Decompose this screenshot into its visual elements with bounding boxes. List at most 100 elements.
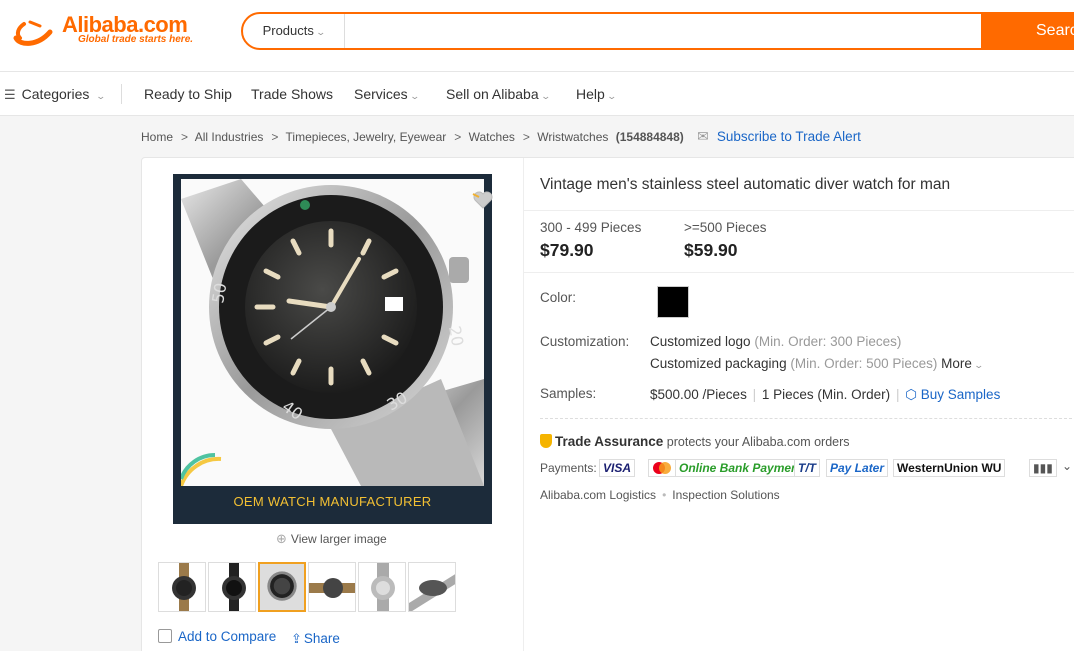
customization-logo-name: Customized logo [650,334,751,349]
nav-sell-on-alibaba[interactable]: Sell on Alibaba⌄ [446,72,551,116]
breadcrumb-timepieces[interactable]: Timepieces, Jewelry, Eyewear [286,130,447,144]
breadcrumb-separator: > [271,130,279,144]
more-link[interactable]: More⌄ [941,356,984,371]
product-card: 50 20 40 30 OEM WATCH MANUFACTURER ⊕ Vie… [141,157,1074,651]
customization-packaging-name: Customized packaging [650,356,787,371]
nav-divider [121,84,122,104]
divider [524,272,1074,273]
product-title: Vintage men's stainless steel automatic … [540,176,951,193]
logo-tagline: Global trade starts here. [78,34,194,45]
main-product-image[interactable]: 50 20 40 30 OEM WATCH MANUFACTURER [173,174,495,524]
thumbnail-6[interactable] [408,562,456,612]
boleto-icon: ▮▮▮ [1029,459,1057,477]
color-swatch-black[interactable] [657,286,689,318]
nav-ready-to-ship[interactable]: Ready to Ship [144,72,232,116]
trade-assurance-text: protects your Alibaba.com orders [666,435,850,449]
thumbnail-3[interactable] [258,562,306,612]
chevron-down-icon: ⌄ [973,360,984,370]
thumbnail-1[interactable] [158,562,206,612]
breadcrumb-wristwatches[interactable]: Wristwatches [537,130,608,144]
alibaba-logo[interactable]: Alibaba.com Global trade starts here. [10,12,210,52]
price-tier-quantity: 300 - 499 Pieces [540,220,642,235]
color-label: Color: [540,290,577,305]
mastercard-icon [648,459,676,477]
samples-label: Samples: [540,386,597,401]
chevron-down-icon: ⌄ [315,27,326,37]
view-larger-image-link[interactable]: ⊕ View larger image [276,531,387,547]
add-to-compare[interactable]: Add to Compare [158,629,276,644]
breadcrumb-home[interactable]: Home [141,130,173,144]
trade-assurance-shield-icon [540,434,552,448]
separator: | [752,387,757,402]
header: Alibaba.com Global trade starts here. Pr… [0,0,1074,72]
inspection-link[interactable]: Inspection Solutions [672,488,779,502]
buy-samples-label: Buy Samples [920,387,1001,402]
price-tier-price: $59.90 [684,240,738,260]
thumbnail-5[interactable] [358,562,406,612]
payment-online-bank: Online Bank Payment [675,459,807,477]
thumbnail-2[interactable] [208,562,256,612]
nav-categories[interactable]: ☰ Categories ⌄ [4,72,107,116]
top-nav: ☰ Categories ⌄ Ready to Ship Trade Shows S… [0,72,1074,116]
share-button[interactable]: ⇪ Share [291,631,340,647]
search-bar: Products⌄ [241,12,1074,50]
watch-image: 50 20 40 30 [181,179,484,486]
breadcrumb-count: (154884848) [615,130,684,144]
nav-sell-label: Sell on Alibaba [446,86,539,102]
divider [524,210,1074,211]
subscribe-trade-alert-link[interactable]: Subscribe to Trade Alert [717,129,861,144]
price-tier-1: 300 - 499 Pieces $79.90 [540,220,641,261]
payment-western-union: WesternUnion WU [893,459,1006,477]
dashed-divider [540,418,1072,419]
customization-logo: Customized logo (Min. Order: 300 Pieces) [650,334,901,349]
breadcrumb: Home > All Industries > Timepieces, Jewelr… [141,126,865,146]
search-category-dropdown[interactable]: Products⌄ [243,14,345,48]
favorite-heart-icon[interactable] [471,188,495,212]
svg-text:20: 20 [445,324,467,347]
nav-trade-shows[interactable]: Trade Shows [251,72,333,116]
separator: | [895,387,900,402]
price-tier-price: $79.90 [540,240,594,260]
search-category-label: Products [262,23,314,38]
payment-tt: T/T [794,459,820,477]
panel-divider [523,158,524,651]
breadcrumb-separator: > [454,130,462,144]
chevron-down-icon: ⌄ [95,91,107,101]
search-input[interactable] [347,14,981,48]
samples-price: $500.00 /Pieces [650,387,747,402]
breadcrumb-all-industries[interactable]: All Industries [195,130,264,144]
nav-services-label: Services [354,86,408,102]
breadcrumb-separator: > [522,130,530,144]
add-to-compare-label: Add to Compare [178,629,277,644]
thumbnail-4[interactable] [308,562,356,612]
zoom-icon: ⊕ [276,531,287,546]
buy-samples-link[interactable]: ⬡ Buy Samples [905,387,1000,402]
watch-illustration: 50 20 40 30 [181,179,484,486]
chevron-down-icon: ⌄ [540,91,551,101]
logistics-link[interactable]: Alibaba.com Logistics [540,488,656,502]
search-button[interactable]: Search [981,12,1074,50]
nav-help-label: Help [576,86,605,102]
customization-label: Customization: [540,334,630,349]
compare-checkbox[interactable] [158,629,172,643]
chevron-down-icon[interactable]: ⌄ [1062,459,1072,473]
service-links: Alibaba.com Logistics • Inspection Solutio… [540,488,780,502]
oem-banner: OEM WATCH MANUFACTURER [173,486,492,524]
payment-pay-later: Pay Later [826,459,889,477]
nav-help[interactable]: Help⌄ [576,72,617,116]
customization-logo-note: (Min. Order: 300 Pieces) [754,334,902,349]
breadcrumb-watches[interactable]: Watches [469,130,515,144]
svg-text:50: 50 [208,281,230,304]
price-tier-quantity: >=500 Pieces [684,220,767,235]
nav-services[interactable]: Services⌄ [354,72,420,116]
logo-smile-icon [13,20,53,46]
more-label: More [941,356,972,371]
customization-packaging-note: (Min. Order: 500 Pieces) [790,356,938,371]
breadcrumb-separator: > [181,130,189,144]
box-icon: ⬡ [905,387,918,402]
menu-icon: ☰ [4,87,16,102]
samples-info: $500.00 /Pieces | 1 Pieces (Min. Order) … [650,387,1000,403]
separator: • [662,488,667,502]
trade-assurance-title: Trade Assurance [555,434,664,449]
mail-icon: ✉ [697,128,709,144]
